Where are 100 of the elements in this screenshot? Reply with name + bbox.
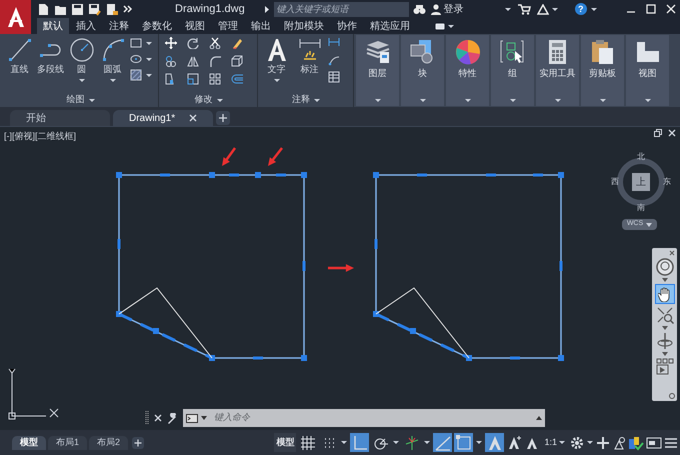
tool-label[interactable]: 标注 bbox=[300, 63, 318, 76]
caret-icon[interactable] bbox=[145, 56, 153, 62]
circle-handle-icon[interactable] bbox=[669, 393, 675, 399]
arc-icon[interactable] bbox=[100, 37, 124, 62]
table-grid-icon[interactable] bbox=[328, 71, 340, 83]
caret-icon[interactable] bbox=[340, 440, 348, 445]
ribbon-tab[interactable]: 插入 bbox=[70, 18, 102, 34]
hatch-icon[interactable] bbox=[130, 69, 142, 81]
plus-icon[interactable] bbox=[216, 111, 230, 125]
model-space-button[interactable]: 模型 bbox=[274, 433, 296, 452]
maximize-icon[interactable] bbox=[646, 4, 656, 14]
ribbon-panel-button[interactable]: 特性 bbox=[446, 35, 489, 106]
annotation-scale-button[interactable]: 1:1 bbox=[542, 436, 568, 450]
ribbon-panel-button[interactable]: 实用工具 bbox=[536, 35, 579, 106]
showmotion-icon[interactable] bbox=[656, 358, 674, 376]
ribbon-tab[interactable]: 附加模块 bbox=[278, 18, 330, 34]
ribbon-tab[interactable]: 参数化 bbox=[136, 18, 178, 34]
search-field[interactable]: 键入关键字或短语 bbox=[274, 2, 409, 16]
save-icon[interactable] bbox=[71, 2, 84, 16]
rotate-icon[interactable] bbox=[187, 37, 199, 49]
caret-icon[interactable] bbox=[216, 98, 224, 102]
tool-label[interactable]: 圆弧 bbox=[104, 63, 122, 76]
ribbon-tab[interactable]: 协作 bbox=[331, 18, 363, 34]
caret-icon[interactable] bbox=[145, 72, 153, 78]
ribbon-tab[interactable]: 注释 bbox=[103, 18, 135, 34]
selected-polyline[interactable] bbox=[116, 172, 307, 361]
caret-icon[interactable] bbox=[586, 440, 594, 445]
caret-icon[interactable] bbox=[550, 6, 559, 12]
ribbon-tab[interactable]: 默认 bbox=[37, 18, 69, 34]
plus-icon[interactable] bbox=[596, 436, 610, 450]
plus-icon[interactable] bbox=[132, 436, 144, 448]
caret-icon[interactable] bbox=[272, 78, 280, 82]
status-toggle-button[interactable] bbox=[350, 433, 370, 452]
caret-icon[interactable] bbox=[590, 6, 598, 12]
status-toggle-button[interactable] bbox=[433, 433, 452, 452]
mirror-icon[interactable] bbox=[187, 55, 199, 67]
print-icon[interactable] bbox=[105, 2, 118, 16]
compass-label[interactable]: 西 bbox=[611, 176, 619, 188]
caret-icon[interactable] bbox=[475, 440, 484, 445]
layout-tab[interactable]: 模型 bbox=[12, 436, 46, 450]
pan-button[interactable] bbox=[654, 284, 674, 304]
ellipse-icon[interactable] bbox=[130, 53, 142, 65]
eraser-icon[interactable] bbox=[231, 37, 243, 49]
wrench-icon[interactable] bbox=[167, 412, 178, 424]
document-tab[interactable]: Drawing1* bbox=[113, 110, 213, 126]
ribbon-panel-button[interactable]: 组 bbox=[491, 35, 534, 106]
caret-icon[interactable] bbox=[662, 352, 668, 356]
cart-icon[interactable] bbox=[518, 4, 531, 14]
caret-icon[interactable] bbox=[145, 40, 153, 46]
copy-circles-icon[interactable] bbox=[165, 55, 177, 67]
hardware-check-icon[interactable] bbox=[628, 434, 644, 450]
selected-polyline[interactable] bbox=[373, 172, 564, 361]
ribbon-panel-button[interactable]: 块 bbox=[401, 35, 444, 106]
ribbon-tab[interactable]: 精选应用 bbox=[364, 18, 416, 34]
document-tab[interactable]: 开始 bbox=[10, 110, 110, 126]
viewcube-face[interactable]: 上 bbox=[632, 173, 650, 191]
ribbon-panel-button[interactable]: 剪贴板 bbox=[581, 35, 624, 106]
sign-in-button[interactable]: 登录 bbox=[430, 2, 464, 16]
caret-icon[interactable] bbox=[108, 78, 116, 82]
compass-label[interactable]: 东 bbox=[663, 176, 671, 188]
zoom-magnifier-icon[interactable] bbox=[656, 306, 674, 324]
box-icon[interactable] bbox=[231, 55, 243, 67]
isolate-icon[interactable] bbox=[612, 436, 626, 450]
status-toggle-button[interactable] bbox=[485, 433, 504, 452]
new-file-icon[interactable] bbox=[37, 2, 50, 16]
caret-icon[interactable] bbox=[313, 98, 321, 102]
leader-arrow-icon[interactable] bbox=[328, 54, 340, 66]
layout-tab[interactable]: 布局1 bbox=[48, 436, 88, 450]
tool-label[interactable]: 圆 bbox=[77, 63, 86, 76]
annotation-add-icon[interactable] bbox=[506, 434, 522, 450]
line-icon[interactable] bbox=[8, 37, 32, 62]
fillet-corner-icon[interactable] bbox=[209, 55, 221, 67]
play-arrow-icon[interactable] bbox=[262, 4, 271, 14]
move-arrows-icon[interactable] bbox=[165, 37, 177, 49]
caret-icon[interactable] bbox=[662, 326, 668, 330]
gear-icon[interactable] bbox=[570, 436, 584, 450]
tool-label[interactable]: 文字 bbox=[268, 63, 286, 76]
caret-icon[interactable] bbox=[447, 24, 455, 28]
triangle-nodes-icon[interactable] bbox=[536, 4, 549, 14]
clean-screen-icon[interactable] bbox=[646, 436, 662, 450]
caret-icon[interactable] bbox=[88, 98, 96, 102]
caret-icon[interactable] bbox=[423, 440, 432, 445]
steering-wheel-icon[interactable] bbox=[656, 258, 674, 276]
layout-tab[interactable]: 布局2 bbox=[89, 436, 128, 450]
save-as-icon[interactable] bbox=[88, 2, 101, 16]
binoculars-icon[interactable] bbox=[412, 4, 426, 14]
caret-icon[interactable] bbox=[662, 278, 668, 282]
dimension-icon[interactable] bbox=[298, 37, 322, 62]
application-logo[interactable] bbox=[0, 0, 31, 34]
status-toggle-button[interactable] bbox=[454, 433, 474, 452]
circle-icon[interactable] bbox=[70, 37, 94, 62]
viewport-label[interactable]: [-][俯视][二维线框] bbox=[4, 130, 76, 144]
status-toggle-button[interactable] bbox=[298, 433, 318, 452]
compass-label[interactable]: 北 bbox=[637, 151, 645, 163]
display-icon[interactable] bbox=[435, 22, 445, 30]
caret-icon[interactable] bbox=[78, 78, 86, 82]
menu-icon[interactable] bbox=[664, 436, 678, 448]
caret-icon[interactable] bbox=[392, 440, 400, 445]
orbit-icon[interactable] bbox=[656, 332, 674, 350]
caret-icon[interactable] bbox=[504, 6, 512, 12]
